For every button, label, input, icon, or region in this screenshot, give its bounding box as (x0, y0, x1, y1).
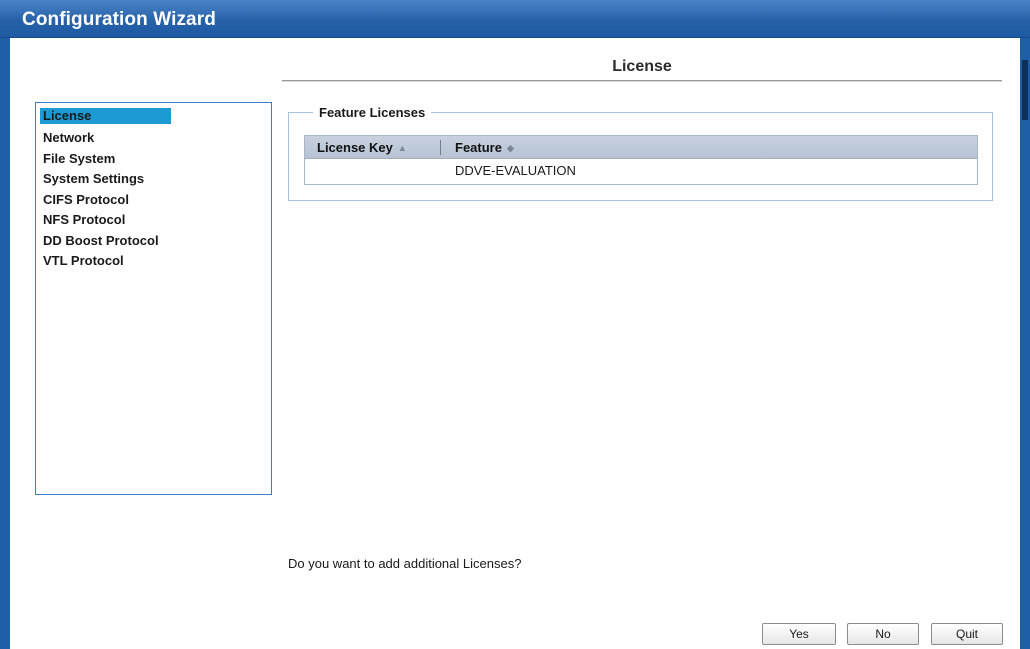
heading-divider (282, 80, 1002, 82)
column-header-feature[interactable]: Feature ◆ (441, 136, 977, 158)
step-license[interactable]: License (40, 108, 171, 124)
table-row[interactable]: DDVE-EVALUATION (305, 159, 977, 183)
edge-handle (1022, 60, 1028, 120)
wizard-steps-list: License Network File System System Setti… (35, 102, 272, 495)
cell-license-key (305, 159, 441, 183)
page-title: License (612, 58, 672, 75)
sort-ascending-icon: ▲ (397, 143, 407, 153)
step-vtl-protocol[interactable]: VTL Protocol (40, 251, 267, 272)
step-network[interactable]: Network (40, 128, 267, 149)
column-label: Feature (455, 140, 502, 155)
step-file-system[interactable]: File System (40, 149, 267, 170)
feature-licenses-group: Feature Licenses License Key ▲ Feature ◆ D… (288, 105, 993, 201)
title-bar[interactable]: Configuration Wizard (0, 0, 1030, 38)
yes-button[interactable]: Yes (762, 623, 836, 645)
feature-licenses-legend: Feature Licenses (313, 105, 432, 120)
window-title: Configuration Wizard (22, 9, 216, 30)
step-dd-boost-protocol[interactable]: DD Boost Protocol (40, 231, 267, 252)
column-label: License Key (317, 140, 393, 155)
sort-neutral-icon: ◆ (506, 143, 514, 153)
licenses-table: License Key ▲ Feature ◆ DDVE-EVALUATION (304, 135, 978, 185)
step-nfs-protocol[interactable]: NFS Protocol (40, 210, 267, 231)
window-right-edge (1020, 38, 1030, 649)
column-header-license-key[interactable]: License Key ▲ (305, 136, 441, 158)
add-licenses-question: Do you want to add additional Licenses? (288, 556, 522, 571)
no-button[interactable]: No (847, 623, 919, 645)
step-cifs-protocol[interactable]: CIFS Protocol (40, 190, 267, 211)
quit-button[interactable]: Quit (931, 623, 1003, 645)
step-system-settings[interactable]: System Settings (40, 169, 267, 190)
cell-feature: DDVE-EVALUATION (455, 163, 576, 178)
table-header: License Key ▲ Feature ◆ (305, 136, 977, 159)
